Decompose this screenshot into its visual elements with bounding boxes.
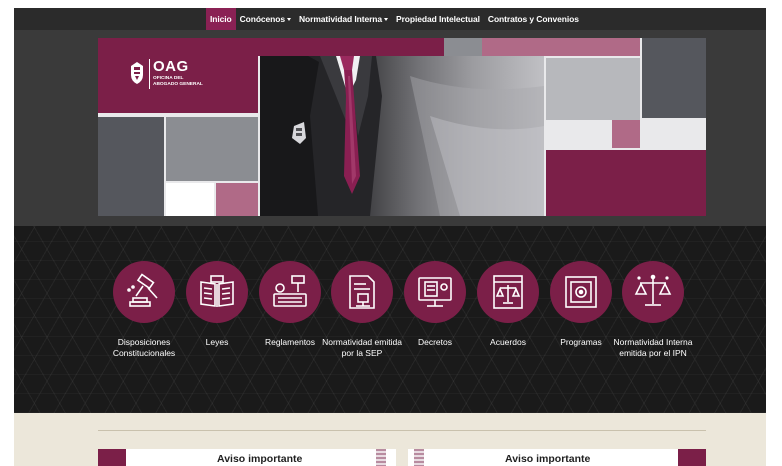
nav-item-label: Propiedad Intelectual [396, 14, 480, 24]
banner-block [166, 117, 258, 181]
card-accent [678, 449, 706, 466]
oag-logo[interactable]: OAG OFICINA DEL ABOGADO GENERAL [98, 38, 258, 113]
caret-down-icon [287, 17, 291, 21]
nav-item-contratos-convenios[interactable]: Contratos y Convenios [484, 8, 583, 30]
section-divider [98, 430, 706, 431]
ipn-seal-icon [131, 62, 143, 84]
banner-block [258, 38, 444, 56]
category-circle [404, 261, 466, 323]
nav-item-label: Inicio [210, 14, 232, 24]
banner-block [612, 120, 640, 148]
category-circle [113, 261, 175, 323]
hero-banner: OAG OFICINA DEL ABOGADO GENERAL [98, 38, 706, 216]
logo-subtitle-line2: ABOGADO GENERAL [153, 82, 203, 87]
logo-divider [149, 59, 150, 89]
category-label: Decretos [417, 337, 452, 347]
category-normatividad-ipn[interactable]: Normatividad Interna emitida por el IPN [611, 261, 695, 358]
category-acuerdos[interactable]: Acuerdos [466, 261, 550, 348]
banner-block [482, 38, 640, 56]
category-label: Normatividad Interna emitida por el IPN [613, 337, 693, 358]
nav-list: Inicio Conócenos Normatividad Interna Pr… [206, 8, 583, 30]
caret-down-icon [384, 17, 389, 21]
category-circle [622, 261, 684, 323]
notice-title: Aviso importante [505, 453, 591, 465]
category-circle [477, 261, 539, 323]
gavel-icon [127, 273, 158, 307]
page: Inicio Conócenos Normatividad Interna Pr… [14, 8, 766, 466]
category-normatividad-sep[interactable]: Normatividad emitida por la SEP [320, 261, 404, 358]
top-navbar: Inicio Conócenos Normatividad Interna Pr… [14, 8, 766, 30]
category-circle [550, 261, 612, 323]
nav-item-normatividad-interna[interactable]: Normatividad Interna [295, 8, 392, 30]
category-decretos[interactable]: Decretos [393, 261, 477, 348]
suit-illustration [260, 56, 544, 216]
notice-title: Aviso importante [217, 453, 303, 465]
notice-card[interactable]: Aviso importante [98, 449, 396, 466]
category-leyes[interactable]: Leyes [175, 261, 259, 348]
category-circle [259, 261, 321, 323]
category-label: Acuerdos [490, 337, 526, 347]
category-label: Disposiciones Constitucionales [112, 337, 176, 358]
category-label: Normatividad emitida por la SEP [322, 337, 402, 358]
logo-subtitle-line1: OFICINA DEL [153, 76, 184, 81]
nav-item-conocenos[interactable]: Conócenos [236, 8, 295, 30]
nav-item-label: Normatividad Interna [299, 14, 383, 24]
banner-block [546, 150, 706, 216]
banner-block [642, 38, 706, 118]
hero-photo-suit [260, 56, 544, 216]
nav-item-label: Contratos y Convenios [487, 14, 579, 24]
hero-band: OAG OFICINA DEL ABOGADO GENERAL [14, 30, 766, 226]
category-circle [186, 261, 248, 323]
card-ornament [414, 449, 424, 466]
open-book-icon [200, 275, 234, 307]
banner-block [216, 183, 258, 216]
banner-block [166, 183, 214, 216]
notice-card[interactable]: Aviso importante [408, 449, 706, 466]
program-screen-icon [565, 276, 597, 308]
logo-acronym: OAG [153, 58, 189, 75]
category-band: Disposiciones Constitucionales Leyes Reg… [14, 226, 766, 413]
notices-section: Aviso importante Aviso importante [14, 413, 766, 466]
category-disposiciones-constitucionales[interactable]: Disposiciones Constitucionales [102, 261, 186, 358]
nav-item-label: Conócenos [239, 14, 285, 24]
document-stamp-icon [349, 275, 375, 309]
card-accent [98, 449, 126, 466]
computer-document-icon [418, 277, 452, 307]
scales-window-icon [493, 275, 523, 309]
card-ornament [376, 449, 386, 466]
nav-item-inicio[interactable]: Inicio [206, 8, 236, 30]
nav-item-propiedad-intelectual[interactable]: Propiedad Intelectual [392, 8, 484, 30]
banner-block [444, 38, 482, 56]
typewriter-gavel-icon [273, 275, 307, 307]
category-circle [331, 261, 393, 323]
banner-block [546, 58, 640, 120]
justice-scales-icon [634, 274, 672, 306]
banner-block [98, 117, 164, 216]
category-label: Leyes [205, 337, 229, 347]
